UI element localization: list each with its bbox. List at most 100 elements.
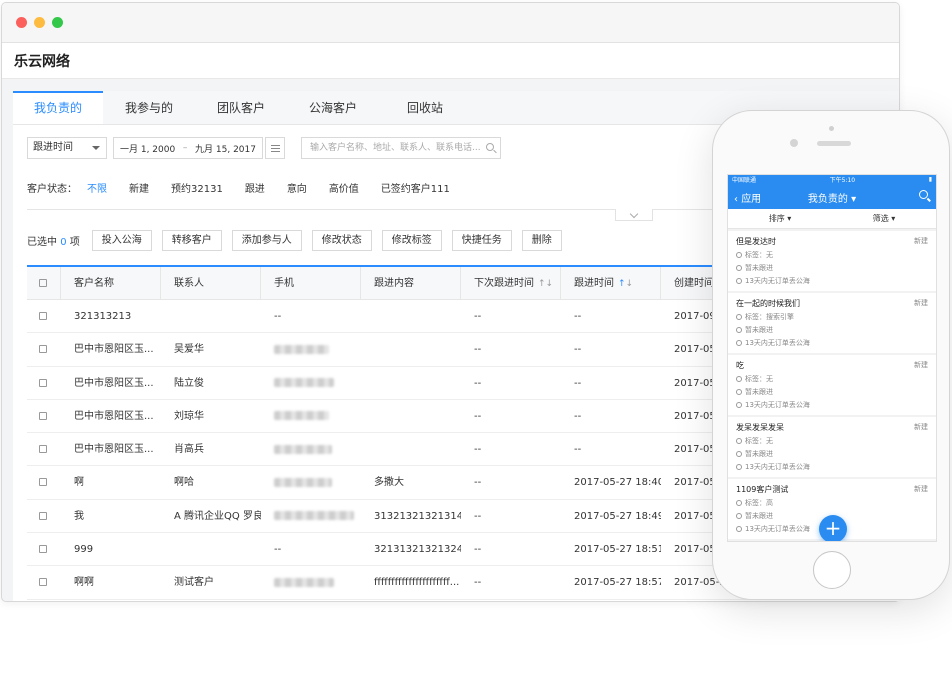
row-checkbox[interactable]: [27, 566, 61, 598]
card-rule-line: 13天内无订单丢公海: [736, 277, 928, 286]
col-phone: 手机: [261, 267, 361, 299]
status-option-signed[interactable]: 已签约客户111: [381, 180, 450, 195]
status-filter: 客户状态： 不限 新建 预约32131 跟进 意向 高价值 已签约客户111: [27, 180, 472, 195]
col-next-follow-label: 下次跟进时间: [474, 278, 534, 289]
cell-next-follow-time: --: [474, 544, 482, 556]
phone-nav-title[interactable]: 我负责的 ▾: [728, 190, 936, 205]
tab-recycle-bin[interactable]: 回收站: [379, 91, 471, 124]
card-rule: 13天内无订单丢公海: [745, 277, 810, 285]
tab-my-responsible[interactable]: 我负责的: [13, 91, 103, 124]
row-checkbox[interactable]: [27, 367, 61, 399]
card-rule: 13天内无订单丢公海: [745, 525, 810, 533]
maximize-dot-icon[interactable]: [52, 17, 63, 28]
checkbox-icon: [39, 511, 47, 520]
edit-tags-button[interactable]: 修改标签: [381, 230, 442, 251]
checkbox-icon: [39, 312, 47, 320]
status-option-intent[interactable]: 意向: [287, 180, 307, 195]
sort-field-value: 跟进时间: [33, 142, 73, 153]
checkbox-icon: [39, 378, 47, 387]
cell-follow-content: 3213132132132432: [374, 544, 461, 556]
phone-sort-button[interactable]: 排序 ▾: [728, 209, 832, 228]
cell-follow-time: 2017-05-27 18:40: [574, 477, 661, 489]
cell-next-follow-time: --: [474, 577, 482, 589]
phone-navbar: ‹ 应用 我负责的 ▾: [728, 184, 936, 209]
row-checkbox[interactable]: [27, 333, 61, 365]
cell-follow-content: 31321321321314...: [374, 510, 461, 522]
card-follow: 暂未跟进: [745, 388, 773, 396]
card-tag-line: 标签：无: [736, 251, 928, 260]
phone-customer-card[interactable]: 吃 新建 标签：无 暂未跟进 13天内无订单丢公海: [728, 355, 936, 415]
tab-team-customers[interactable]: 团队客户: [195, 91, 287, 124]
tab-participated[interactable]: 我参与的: [103, 91, 195, 124]
status-option-follow[interactable]: 跟进: [245, 180, 265, 195]
col-follow-content: 跟进内容: [361, 267, 461, 299]
tab-public-customers[interactable]: 公海客户: [287, 91, 379, 124]
add-participant-button[interactable]: 添加参与人: [231, 230, 302, 251]
clock-icon: [736, 265, 742, 271]
row-checkbox[interactable]: [27, 466, 61, 498]
move-to-public-button[interactable]: 投入公海: [91, 230, 152, 251]
card-status: 新建: [914, 299, 928, 307]
status-option-booked[interactable]: 预约32131: [171, 180, 223, 195]
sort-arrows-icon[interactable]: ↑↓: [618, 279, 633, 289]
alarm-icon: [736, 464, 742, 470]
phone-customer-card[interactable]: 在一起的时候我们 新建 标签：搜索引擎 暂未跟进 13天内无订单丢公海: [728, 293, 936, 353]
row-checkbox[interactable]: [27, 533, 61, 565]
selected-count-text: 已选中 0 项: [27, 233, 80, 248]
phone-customer-card[interactable]: 但是发达时 新建 标签：无 暂未跟进 13天内无订单丢公海: [728, 231, 936, 291]
row-checkbox[interactable]: [27, 300, 61, 332]
col-next-follow-time[interactable]: 下次跟进时间 ↑↓: [461, 267, 561, 299]
home-button[interactable]: [813, 551, 851, 589]
search-icon[interactable]: [919, 190, 928, 199]
phone-filter-bar: 排序 ▾ 筛选 ▾: [728, 209, 936, 229]
chevron-down-icon: [92, 146, 100, 150]
cell-next-follow-time: --: [474, 510, 482, 522]
search-icon[interactable]: [486, 143, 494, 151]
list-icon[interactable]: [265, 137, 285, 159]
card-rule: 13天内无订单丢公海: [745, 401, 810, 409]
cell-contact: 吴爱华: [174, 344, 204, 356]
card-status: 新建: [914, 237, 928, 245]
redacted-phone: [274, 444, 332, 454]
quick-task-button[interactable]: 快捷任务: [451, 230, 512, 251]
phone-customer-card[interactable]: 发呆发呆发呆 新建 标签：无 暂未跟进 13天内无订单丢公海: [728, 417, 936, 477]
plus-icon[interactable]: +: [819, 515, 847, 541]
alarm-icon: [736, 526, 742, 532]
selected-count: 0: [60, 237, 67, 248]
close-dot-icon[interactable]: [16, 17, 27, 28]
collapse-toggle[interactable]: [615, 209, 653, 221]
minimize-dot-icon[interactable]: [34, 17, 45, 28]
row-checkbox[interactable]: [27, 500, 61, 532]
phone-filter-label: 筛选: [872, 214, 889, 223]
cell-phone: [261, 500, 361, 532]
search-input[interactable]: 输入客户名称、地址、联系人、联系电话...: [301, 137, 501, 159]
search-placeholder: 输入客户名称、地址、联系人、联系电话...: [310, 143, 481, 153]
delete-button[interactable]: 删除: [521, 230, 562, 251]
card-follow: 暂未跟进: [745, 326, 773, 334]
sort-arrows-icon[interactable]: ↑↓: [538, 279, 553, 289]
col-follow-time[interactable]: 跟进时间 ↑↓: [561, 267, 661, 299]
cell-contact: [161, 300, 261, 332]
edit-status-button[interactable]: 修改状态: [311, 230, 372, 251]
cell-customer-name: 巴中市恩阳区玉...: [74, 410, 154, 422]
row-checkbox[interactable]: [27, 400, 61, 432]
transfer-customer-button[interactable]: 转移客户: [161, 230, 222, 251]
cell-follow-time: 2017-05-27 18:51: [574, 544, 661, 556]
phone-filter-button[interactable]: 筛选 ▾: [832, 209, 936, 228]
date-range-picker[interactable]: 一月 1, 2000 – 九月 15, 2017: [113, 137, 263, 159]
card-name: 1109客户测试: [736, 485, 789, 494]
status-option-all[interactable]: 不限: [87, 180, 107, 195]
cell-next-follow-time: --: [474, 410, 482, 422]
cell-customer-name: 巴中市恩阳区玉...: [74, 344, 154, 356]
phone-card-list: 但是发达时 新建 标签：无 暂未跟进 13天内无订单丢公海 在一起的时候我们 新建 标签：搜索…: [728, 231, 936, 539]
select-all-checkbox[interactable]: [27, 267, 61, 299]
tag-icon: [736, 438, 742, 444]
cell-contact: 陆立俊: [174, 377, 204, 389]
status-option-new[interactable]: 新建: [129, 180, 149, 195]
carrier: 中国联通: [732, 177, 757, 184]
sort-field-select[interactable]: 跟进时间: [27, 137, 107, 159]
col-follow-time-label: 跟进时间: [574, 278, 614, 289]
cell-contact: 刘琼华: [174, 410, 204, 422]
row-checkbox[interactable]: [27, 433, 61, 465]
status-option-high-value[interactable]: 高价值: [329, 180, 359, 195]
